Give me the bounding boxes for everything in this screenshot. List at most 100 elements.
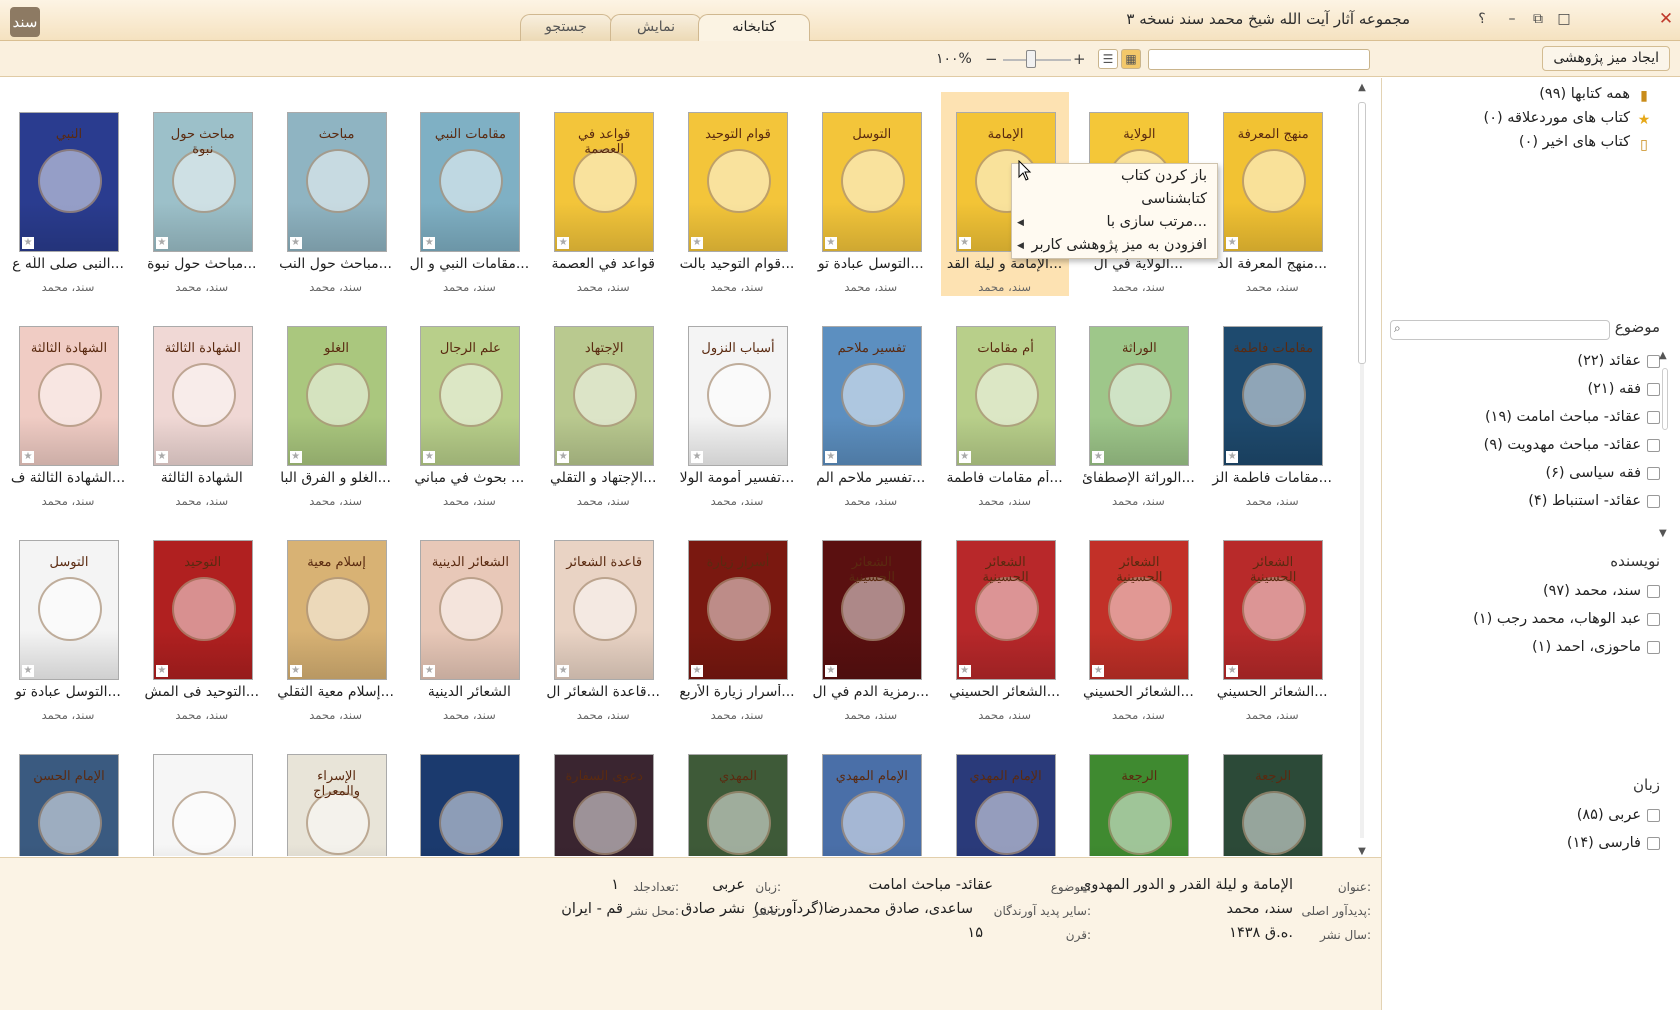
favorite-star-icon[interactable]: ★ [155, 451, 168, 463]
checkbox[interactable] [1647, 410, 1660, 424]
checkbox[interactable] [1647, 808, 1660, 822]
book-card[interactable]: التوسل ★ التوسل عبادة تو... سند، محمد [807, 92, 935, 296]
restore-button[interactable]: ⧉ [1528, 9, 1548, 29]
book-card[interactable]: قواعد في العصمة ★ قواعد في العصمة سند، محمد [539, 92, 667, 296]
book-card[interactable]: تفسير ملاحم ★ تفسير ملاحم الم... سند، محمد [807, 306, 935, 510]
nav-favorite-books[interactable]: کتاب های موردعلاقه (۰) [1484, 110, 1630, 126]
favorite-star-icon[interactable]: ★ [691, 451, 703, 463]
book-cover[interactable]: الشهادة الثالثة ★ [19, 326, 119, 466]
favorite-star-icon[interactable]: ★ [289, 451, 302, 463]
scroll-up-arrow-icon[interactable]: ▲ [1356, 82, 1368, 93]
favorite-star-icon[interactable]: ★ [289, 237, 302, 249]
favorite-star-icon[interactable]: ★ [1226, 665, 1239, 677]
book-card[interactable]: الرجعة★ [1074, 734, 1202, 856]
checkbox[interactable] [1647, 382, 1660, 396]
zoom-slider-track[interactable] [1003, 59, 1071, 61]
book-cover[interactable]: الإسراء والمعراج★ [286, 754, 387, 856]
favorite-star-icon[interactable]: ★ [557, 451, 570, 463]
book-card[interactable]: منهج المعرفة ★ منهج المعرفة الد... سند، محم… [1208, 92, 1336, 296]
book-cover[interactable]: الشعائر الحسينية ★ [821, 540, 922, 680]
book-cover[interactable]: قواعد في العصمة ★ [554, 112, 655, 252]
list-view-button[interactable]: ☰ [1098, 49, 1118, 69]
book-card[interactable]: أسرار زيارة ★ أسرار زيارة الأربع... سند، مح… [673, 520, 801, 724]
favorite-star-icon[interactable]: ★ [1092, 665, 1105, 677]
book-card[interactable]: مباحث حول نبوة ★ مباحث حول نبوة... سند، محم… [138, 92, 266, 296]
book-card[interactable]: الإمام الحسن★ [4, 734, 132, 856]
checkbox[interactable] [1647, 836, 1660, 850]
favorite-star-icon[interactable]: ★ [423, 665, 436, 677]
zoom-slider-thumb[interactable] [1026, 50, 1036, 68]
checkbox[interactable] [1647, 494, 1660, 508]
favorite-star-icon[interactable]: ★ [958, 237, 971, 249]
help-button[interactable]: ؟ [1472, 9, 1492, 29]
subject-option[interactable]: عقائد- مباحث امامت (۱۹) [1485, 406, 1660, 430]
book-cover[interactable]: منهج المعرفة ★ [1223, 112, 1324, 252]
book-cover[interactable]: المهدي★ [688, 754, 788, 856]
book-cover[interactable]: الشعائر الدينية ★ [420, 540, 521, 680]
book-cover[interactable]: علم الرجال ★ [420, 326, 521, 466]
book-card[interactable]: أسباب النزول ★ تفسير أمومة الولا... سند، مح… [673, 306, 801, 510]
favorite-star-icon[interactable]: ★ [289, 665, 302, 677]
nav-recent-books[interactable]: کتاب های اخیر (۰) [1519, 134, 1630, 150]
subject-scroll-thumb[interactable] [1662, 368, 1668, 430]
book-card[interactable]: قوام التوحيد ★ قوام التوحيد بالت... سند، مح… [673, 92, 801, 296]
subject-option[interactable]: فقه (۲۱) [1587, 378, 1660, 402]
book-cover[interactable]: أسباب النزول ★ [688, 326, 788, 466]
book-card[interactable]: إسلام معية ★ إسلام معية الثقلي... سند، محمد [272, 520, 400, 724]
book-card[interactable]: النبي ★ النبی صلی اللّه ع... سند، محمد [4, 92, 132, 296]
book-cover[interactable]: أم مقامات ★ [955, 326, 1056, 466]
new-workspace-button[interactable]: ایجاد میز پژوهشی [1542, 46, 1670, 71]
favorite-star-icon[interactable]: ★ [423, 451, 436, 463]
subject-option[interactable]: فقه سیاسی (۶) [1545, 462, 1660, 486]
book-cover[interactable]: الوراثة ★ [1089, 326, 1190, 466]
favorite-star-icon[interactable]: ★ [1226, 237, 1239, 249]
book-cover[interactable]: ★ [152, 754, 253, 856]
book-card[interactable]: مقامات النبي ★ مقامات النبي و ال... سند، مح… [405, 92, 533, 296]
book-cover[interactable]: تفسير ملاحم ★ [821, 326, 922, 466]
favorite-star-icon[interactable]: ★ [691, 665, 703, 677]
book-cover[interactable]: الشهادة الثالثة ★ [152, 326, 253, 466]
favorite-star-icon[interactable]: ★ [22, 237, 34, 249]
tab-search[interactable]: جستجو [520, 14, 612, 41]
favorite-star-icon[interactable]: ★ [155, 665, 168, 677]
book-card[interactable]: دعوى السفارة★ [539, 734, 667, 856]
book-card[interactable]: الشهادة الثالثة ★ الشهادة الثالثة سند، محمد [138, 306, 266, 510]
scroll-down-arrow-icon[interactable]: ▼ [1356, 846, 1368, 857]
tab-library[interactable]: کتابخانه [698, 14, 810, 42]
checkbox[interactable] [1647, 584, 1660, 598]
book-card[interactable]: علم الرجال ★ بحوث في مباني ... سند، محمد [405, 306, 533, 510]
book-card[interactable]: الشعائر الدينية ★ الشعائر الدينية سند، محمد [405, 520, 533, 724]
book-card[interactable]: قاعدة الشعائر ★ قاعدة الشعائر ال... سند، مح… [539, 520, 667, 724]
book-card[interactable]: الشعائر الحسينية ★ الشعائر الحسيني... سند، … [941, 520, 1069, 724]
favorite-star-icon[interactable]: ★ [1226, 451, 1239, 463]
menu-item-open-book[interactable]: باز کردن کتاب [1121, 168, 1207, 184]
book-card[interactable]: مباحث ★ مباحث حول النب... سند، محمد [272, 92, 400, 296]
grid-scrollbar[interactable]: ▲ ▼ [1354, 82, 1370, 858]
subject-option[interactable]: عقائد- مباحث مهدویت (۹) [1484, 434, 1660, 458]
book-card[interactable]: الشهادة الثالثة ★ الشهادة الثالثة ف... سند،… [4, 306, 132, 510]
favorite-star-icon[interactable]: ★ [824, 237, 837, 249]
book-cover[interactable]: الشعائر الحسينية ★ [1223, 540, 1324, 680]
book-cover[interactable]: الإمام المهدي★ [821, 754, 922, 856]
favorite-star-icon[interactable]: ★ [155, 237, 168, 249]
book-cover[interactable]: الشعائر الحسينية ★ [1089, 540, 1190, 680]
book-cover[interactable]: قاعدة الشعائر ★ [554, 540, 655, 680]
close-button[interactable]: ✕ [1656, 9, 1676, 29]
book-card[interactable]: ★ [405, 734, 533, 856]
favorite-star-icon[interactable]: ★ [1092, 451, 1105, 463]
checkbox[interactable] [1647, 438, 1660, 452]
scroll-thumb[interactable] [1358, 102, 1366, 364]
book-card[interactable]: مقامات فاطمة ★ مقامات فاطمة الز... سند، محم… [1208, 306, 1336, 510]
favorite-star-icon[interactable]: ★ [958, 451, 971, 463]
book-cover[interactable]: التوسل ★ [821, 112, 922, 252]
favorite-star-icon[interactable]: ★ [557, 237, 570, 249]
favorite-star-icon[interactable]: ★ [691, 237, 703, 249]
zoom-out-button[interactable]: − [985, 50, 998, 68]
book-card[interactable]: التوسل ★ التوسل عبادة تو... سند، محمد [4, 520, 132, 724]
book-card[interactable]: ★ [138, 734, 266, 856]
favorite-star-icon[interactable]: ★ [958, 665, 971, 677]
book-cover[interactable]: مباحث ★ [286, 112, 387, 252]
maximize-button[interactable]: □ [1554, 9, 1574, 29]
book-cover[interactable]: مباحث حول نبوة ★ [152, 112, 253, 252]
grid-view-button[interactable]: ▦ [1121, 49, 1141, 69]
